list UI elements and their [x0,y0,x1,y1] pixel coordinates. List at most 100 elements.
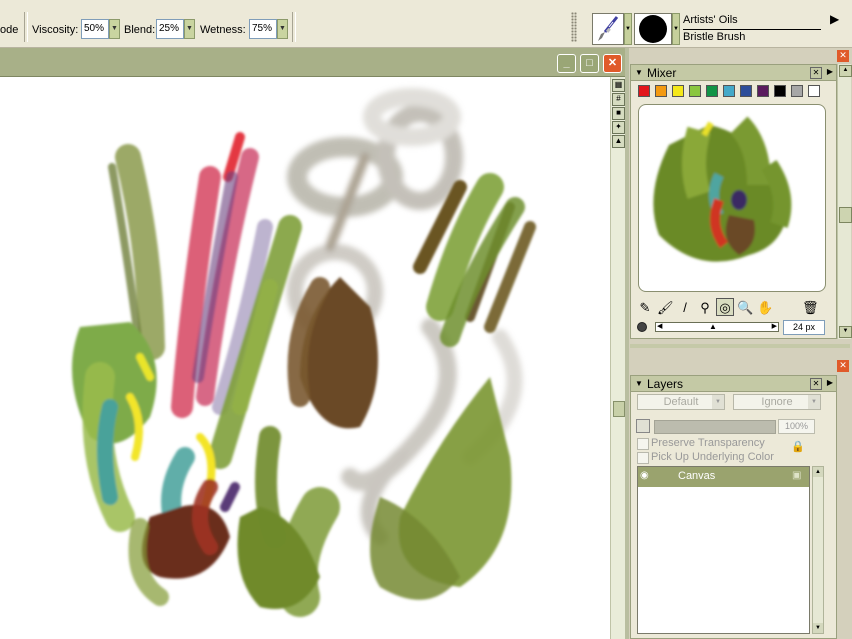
wetness-slider-toggle[interactable]: ▼ [277,19,288,39]
layer-list-scrollbar[interactable]: ▲ ▼ [812,466,824,634]
dirty-brush-icon[interactable]: ✎ [636,298,654,316]
scroll-down-icon[interactable]: ▼ [839,326,852,338]
mixer-titlebar[interactable]: ▼ Mixer ✕ ▶ [631,65,836,81]
composite-method-value: Default [663,396,699,408]
color-swatch[interactable] [791,85,803,97]
scroll-up-icon[interactable]: ▲ [612,135,625,148]
composite-depth-value: Ignore [761,396,793,408]
opacity-slider[interactable] [654,420,776,434]
document-vertical-scrollbar[interactable]: ▦ # ■ ✦ ▲ [610,77,625,639]
document-titlebar[interactable]: _ □ ✕ [0,48,625,77]
panel-menu-icon[interactable]: ▶ [827,378,833,387]
toolbar-grip[interactable] [571,12,577,42]
layers-titlebar[interactable]: ▼ Layers ✕ ▶ [631,376,836,392]
brush-size-dot-icon [637,322,647,332]
layers-title: Layers [647,377,684,391]
layer-name[interactable]: Canvas [678,470,715,482]
panel-menu-icon[interactable]: ▶ [827,67,833,76]
preserve-transparency-checkbox[interactable] [637,438,649,450]
dock-edge [625,48,629,639]
mixer-scrollbar[interactable]: ▲ ▼ [837,64,852,339]
navigator-icon[interactable]: ▦ [612,79,625,92]
mixer-pad[interactable] [638,104,826,292]
mix-color-icon[interactable]: / [676,298,694,316]
scroll-thumb[interactable] [613,401,625,417]
drawing-mode-icon[interactable]: ✦ [612,121,625,134]
color-swatch[interactable] [689,85,701,97]
mixer-size-value[interactable]: 24 px [783,320,825,335]
zoom-icon[interactable]: 🔍 [736,298,754,316]
blend-label: Blend: [124,24,156,36]
palette-area: ✕ ▼ Mixer ✕ ▶ ✎ 🖌 / ⚲ ◎ 🔍 ✋ 🗑 ◀ ▶ ▲ 24 p… [625,48,852,639]
close-icon[interactable]: ✕ [837,50,849,62]
property-bar: ode Viscosity: 50% ▼ Blend: 25% ▼ Wetnes… [0,0,852,48]
slider-thumb-icon[interactable]: ▲ [709,322,717,331]
separator [24,12,28,42]
lock-icon: 🔒 [791,441,805,453]
blend-value[interactable]: 25% [156,19,184,39]
wetness-value[interactable]: 75% [249,19,277,39]
opacity-value[interactable]: 100% [778,419,815,434]
viscosity-label: Viscosity: [32,24,79,36]
panel-splitter[interactable] [630,344,850,348]
composite-depth-select[interactable]: Ignore ▼ [733,394,821,410]
mixer-size-slider[interactable]: ◀ ▶ ▲ [655,322,779,332]
view-mode-icon[interactable]: ■ [612,107,625,120]
minimize-icon[interactable]: _ [557,54,576,73]
brush-variant-dropdown[interactable]: ▼ [672,13,680,45]
layers-panel: ▼ Layers ✕ ▶ Default ▼ Ignore ▼ 100% Pre… [630,375,837,639]
eye-icon[interactable]: ◉ [640,470,654,482]
grid-icon[interactable]: # [612,93,625,106]
painting-canvas[interactable] [0,77,610,639]
viscosity-slider-toggle[interactable]: ▼ [109,19,120,39]
scroll-up-icon[interactable]: ▲ [813,467,823,477]
scroll-thumb[interactable] [839,207,852,223]
color-swatch[interactable] [808,85,820,97]
pan-icon[interactable]: ✋ [756,298,774,316]
sample-color-icon[interactable]: ⚲ [696,298,714,316]
pick-up-underlying-label: Pick Up Underlying Color [651,451,774,463]
mixer-panel: ▼ Mixer ✕ ▶ ✎ 🖌 / ⚲ ◎ 🔍 ✋ 🗑 ◀ ▶ ▲ 24 px [630,64,837,339]
preserve-transparency-label: Preserve Transparency [651,437,765,449]
menu-arrow-icon[interactable]: ▶ [830,12,839,26]
sample-multiple-colors-icon[interactable]: ◎ [716,298,734,316]
blend-slider-toggle[interactable]: ▼ [184,19,195,39]
close-icon[interactable]: ✕ [810,378,822,390]
separator [292,12,296,42]
color-swatch[interactable] [655,85,667,97]
close-icon[interactable]: ✕ [837,360,849,372]
color-swatch[interactable] [638,85,650,97]
apply-color-icon[interactable]: 🖌 [656,298,674,316]
paintbrush-icon[interactable] [592,13,624,45]
brush-variant-name[interactable]: Bristle Brush [683,31,821,45]
color-swatch[interactable] [740,85,752,97]
scroll-down-icon[interactable]: ▼ [813,623,823,633]
close-icon[interactable]: ✕ [810,67,822,79]
scroll-up-icon[interactable]: ▲ [839,65,852,77]
viscosity-value[interactable]: 50% [81,19,109,39]
composite-method-select[interactable]: Default ▼ [637,394,725,410]
color-swatch[interactable] [706,85,718,97]
layer-row[interactable]: ◉ Canvas ▣ [638,467,809,487]
color-swatch[interactable] [757,85,769,97]
chevron-down-icon: ▼ [808,395,820,409]
chevron-down-icon: ▼ [712,395,724,409]
maximize-icon[interactable]: □ [580,54,599,73]
close-icon[interactable]: ✕ [603,54,622,73]
document-window: _ □ ✕ ▦ # ■ ✦ ▲ [0,48,625,639]
brush-category-dropdown[interactable]: ▼ [624,13,632,45]
color-swatch[interactable] [774,85,786,97]
color-swatch[interactable] [672,85,684,97]
round-dab-icon[interactable] [634,13,672,45]
layer-opacity-icon [636,419,650,433]
collapse-triangle-icon[interactable]: ▼ [635,379,643,388]
color-swatch[interactable] [723,85,735,97]
mixer-title: Mixer [647,66,677,80]
clear-pad-icon[interactable]: 🗑 [801,298,819,316]
collapse-triangle-icon[interactable]: ▼ [635,68,643,77]
layer-list: ◉ Canvas ▣ [637,466,810,634]
brush-category-name[interactable]: Artists' Oils [683,14,821,30]
mode-label: ode [0,24,19,36]
pick-up-underlying-checkbox[interactable] [637,452,649,464]
lock-icon[interactable]: ▣ [792,470,802,482]
